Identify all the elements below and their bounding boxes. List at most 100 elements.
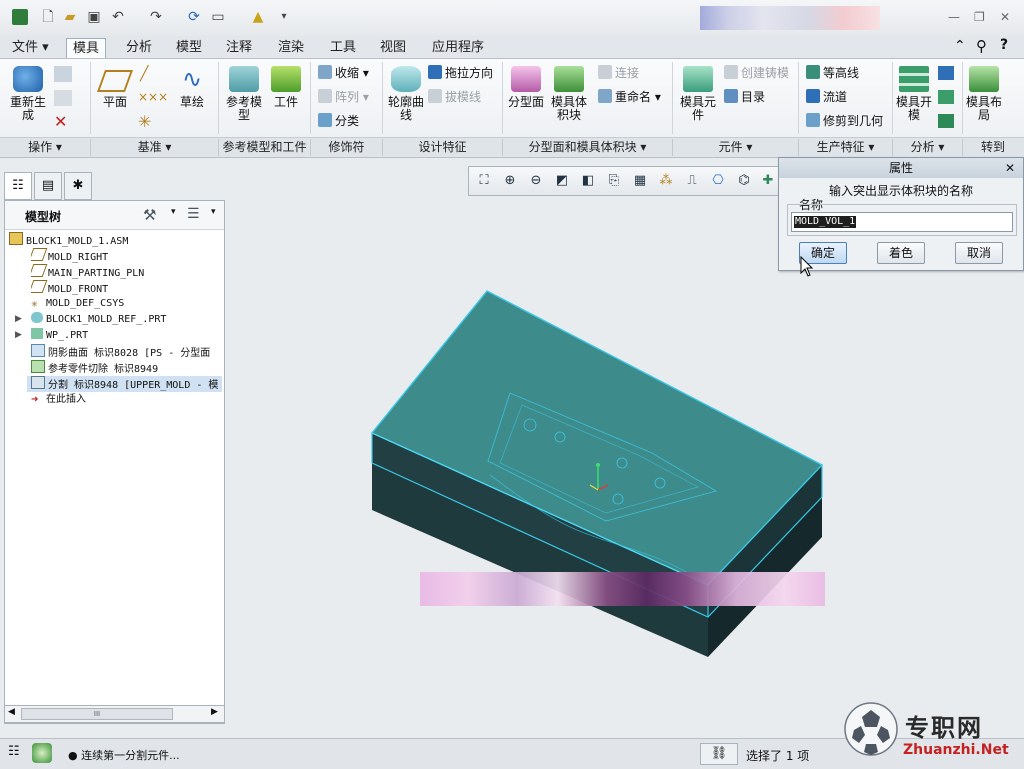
tab-mold[interactable]: 模具 xyxy=(66,38,107,58)
drag-direction-button[interactable]: 拖拉方向 xyxy=(428,64,493,82)
name-input[interactable]: MOLD_VOL_1 xyxy=(791,212,1013,232)
group-analysis[interactable]: 分析 ▾ xyxy=(893,139,963,156)
tab-applications[interactable]: 应用程序 xyxy=(426,38,490,57)
undo-icon[interactable]: ↶ xyxy=(110,9,126,25)
tree-item-datum-plane[interactable]: MOLD_RIGHT xyxy=(31,248,248,264)
group-datum[interactable]: 基准 ▾ xyxy=(91,139,219,156)
csys-icon[interactable]: ✳ xyxy=(138,112,151,131)
delete-icon[interactable]: ✕ xyxy=(54,112,67,131)
customize-toolbar-icon[interactable]: ▾ xyxy=(276,9,292,25)
scroll-thumb[interactable]: III xyxy=(21,708,173,720)
thickness-check-icon[interactable] xyxy=(938,90,954,104)
tree-settings-icon[interactable]: ⚒ xyxy=(143,206,156,224)
point-icon[interactable]: ××× xyxy=(138,90,168,104)
catalog-button[interactable]: 目录 xyxy=(724,88,765,106)
show-dropdown-icon[interactable]: ▾ xyxy=(211,207,216,217)
mold-component-button[interactable]: 模具元件 xyxy=(676,66,720,122)
window-icon[interactable]: ▭ xyxy=(210,9,226,25)
tab-view[interactable]: 视图 xyxy=(374,38,412,57)
display-style-icon[interactable]: ◧ xyxy=(577,170,599,192)
tree-item-insert-here[interactable]: ➜ 在此插入 xyxy=(31,392,248,408)
datum-display-icon[interactable]: ⁂ xyxy=(655,170,677,192)
contour-button[interactable]: 等高线 xyxy=(806,64,859,82)
group-operations[interactable]: 操作 ▾ xyxy=(0,139,91,156)
flow-button[interactable]: 流道 xyxy=(806,88,847,106)
dialog-close-icon[interactable]: ✕ xyxy=(1005,161,1015,175)
tree-item-datum-plane[interactable]: MAIN_PARTING_PLN xyxy=(31,264,248,280)
mold-layout-button[interactable]: 模具布局 xyxy=(966,66,1002,122)
perspective-icon[interactable]: ⌬ xyxy=(733,170,755,192)
help-icon[interactable]: ? xyxy=(1000,37,1008,53)
expand-icon[interactable]: ▶ xyxy=(15,330,22,340)
annotation-display-icon[interactable]: ⎍ xyxy=(681,170,703,192)
classify-button[interactable]: 分类 xyxy=(318,112,359,130)
show-menu-icon[interactable]: ☰ xyxy=(187,206,200,222)
tree-item-assembly[interactable]: BLOCK1_MOLD_1.ASM xyxy=(9,232,226,248)
projected-area-icon[interactable] xyxy=(938,114,954,128)
tree-item-ref-part-cutout[interactable]: 参考零件切除 标识8949 xyxy=(31,360,248,376)
maximize-icon[interactable]: ❐ xyxy=(974,10,985,24)
group-components[interactable]: 元件 ▾ xyxy=(673,139,799,156)
refit-icon[interactable]: ⛶ xyxy=(473,170,495,192)
expand-icon[interactable]: ▶ xyxy=(15,314,22,324)
settings-dropdown-icon[interactable]: ▾ xyxy=(171,207,176,217)
zoom-in-icon[interactable]: ⊕ xyxy=(499,170,521,192)
pattern-button[interactable]: 阵列 ▾ xyxy=(318,88,369,106)
mold-volume-button[interactable]: 模具体积块 xyxy=(548,66,590,122)
close-icon[interactable]: ✕ xyxy=(1000,10,1010,24)
tab-analysis[interactable]: 分析 xyxy=(120,38,158,57)
tab-model[interactable]: 模型 xyxy=(170,38,208,57)
tab-annotate[interactable]: 注释 xyxy=(220,38,258,57)
draft-check-icon[interactable] xyxy=(938,66,954,80)
tab-file[interactable]: 文件 ▾ xyxy=(6,38,55,57)
tree-item-split[interactable]: 分割 标识8948 [UPPER_MOLD - 模 xyxy=(27,376,222,392)
axis-icon[interactable]: ╱ xyxy=(140,66,148,82)
tree-horizontal-scrollbar[interactable]: ◀ III ▶ xyxy=(4,705,225,723)
tree-item-csys[interactable]: ✳ MOLD_DEF_CSYS xyxy=(31,296,248,312)
connect-button[interactable]: 连接 xyxy=(598,64,639,82)
scroll-left-icon[interactable]: ◀ xyxy=(8,707,15,717)
scroll-right-icon[interactable]: ▶ xyxy=(211,707,218,717)
tree-item-shadow-surface[interactable]: 阴影曲面 标识8028 [PS - 分型面 xyxy=(31,344,248,360)
repaint-icon[interactable]: ◩ xyxy=(551,170,573,192)
new-file-icon[interactable]: 🗋 xyxy=(40,9,56,25)
trim-to-geometry-button[interactable]: 修剪到几何 xyxy=(806,112,883,130)
tab-tools[interactable]: 工具 xyxy=(324,38,362,57)
filter-icon[interactable]: ⛓ xyxy=(700,743,738,765)
mold-open-button[interactable]: 模具开模 xyxy=(896,66,932,122)
mold-3d-view[interactable] xyxy=(360,285,830,665)
saved-views-icon[interactable]: ⎘ xyxy=(603,170,625,192)
parting-surface-button[interactable]: 分型面 xyxy=(506,66,546,109)
silhouette-curve-button[interactable]: 轮廓曲线 xyxy=(386,66,426,122)
tab-render[interactable]: 渲染 xyxy=(272,38,310,57)
group-production[interactable]: 生产特征 ▾ xyxy=(799,139,893,156)
sketch-button[interactable]: ∿ 草绘 xyxy=(170,66,214,109)
regenerate-icon[interactable]: ⟳ xyxy=(186,9,202,25)
folder-browser-tab[interactable]: ▤ xyxy=(34,172,62,200)
shade-button[interactable]: 着色 xyxy=(877,242,925,264)
close-window-icon[interactable]: ▲ xyxy=(250,9,266,25)
group-parting[interactable]: 分型面和模具体积块 ▾ xyxy=(503,139,673,156)
cancel-button[interactable]: 取消 xyxy=(955,242,1003,264)
spin-center-icon[interactable]: ⎔ xyxy=(707,170,729,192)
model-tree-tab[interactable]: ☷ xyxy=(4,172,32,200)
zoom-out-icon[interactable]: ⊖ xyxy=(525,170,547,192)
collapse-ribbon-icon[interactable]: ⌃ xyxy=(954,38,966,54)
create-casting-button[interactable]: 创建铸模 xyxy=(724,64,789,82)
open-folder-icon[interactable]: ▰ xyxy=(62,9,78,25)
tree-item-datum-plane[interactable]: MOLD_FRONT xyxy=(31,280,248,296)
tree-item-ref-part[interactable]: BLOCK1_MOLD_REF_.PRT xyxy=(31,312,248,328)
appearance-icon[interactable]: ✚ xyxy=(757,170,779,192)
browser-icon[interactable] xyxy=(32,743,52,763)
favorites-tab[interactable]: ✱ xyxy=(64,172,92,200)
redo-icon[interactable]: ↷ xyxy=(148,9,164,25)
tree-item-workpiece[interactable]: WP_.PRT xyxy=(31,328,248,344)
draft-line-button[interactable]: 拔模线 xyxy=(428,88,481,106)
shrink-button[interactable]: 收缩 ▾ xyxy=(318,64,369,82)
minimize-icon[interactable]: — xyxy=(948,10,960,24)
rename-button[interactable]: 重命名 ▾ xyxy=(598,88,661,106)
paste-icon[interactable] xyxy=(54,90,72,106)
plane-button[interactable]: 平面 xyxy=(96,66,134,109)
view-manager-icon[interactable]: ▦ xyxy=(629,170,651,192)
workpiece-button[interactable]: 工件 xyxy=(270,66,302,109)
